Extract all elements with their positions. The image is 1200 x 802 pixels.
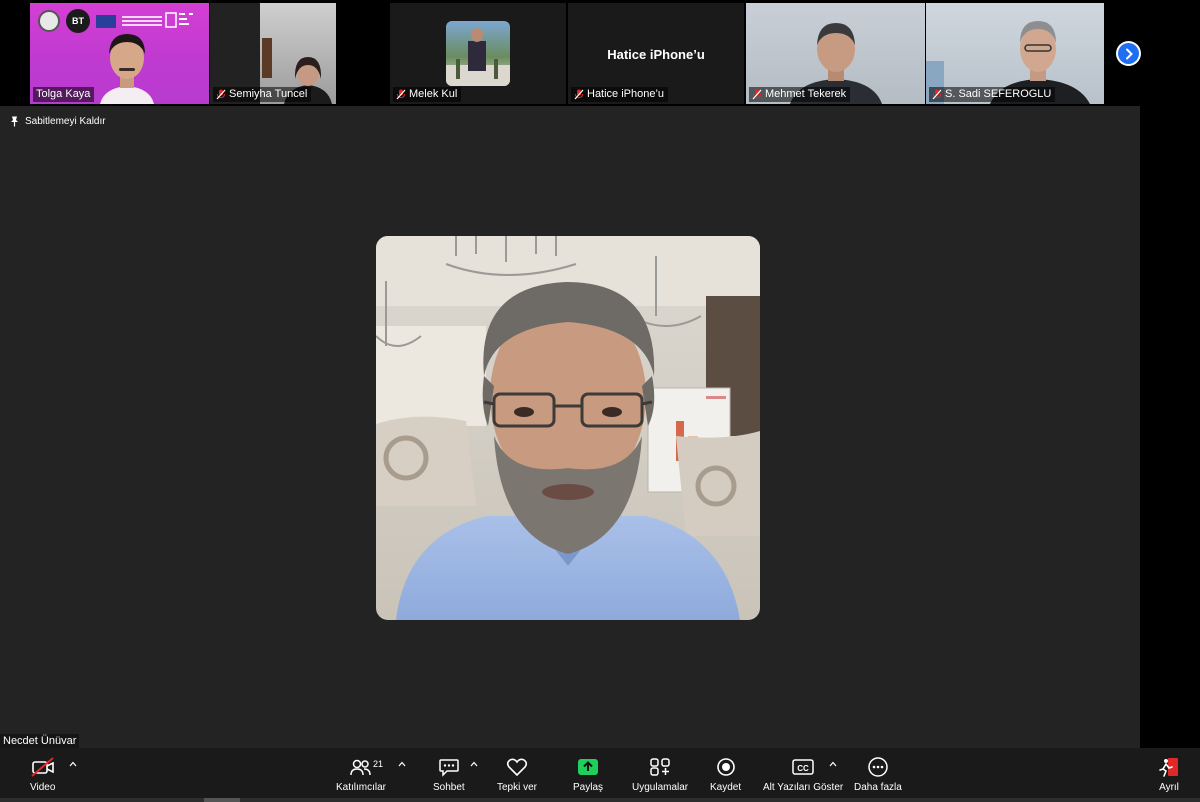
react-label: Tepki ver (497, 782, 538, 793)
participant-tile-tolga[interactable]: BT Tolga Kaya (30, 3, 209, 104)
mic-muted-icon (396, 89, 406, 100)
participant-tile-semiyha[interactable]: Semiyha Tuncel (210, 3, 336, 104)
closed-captions-icon: CC (792, 759, 814, 775)
record-label: Kaydet (710, 782, 742, 793)
participant-tile-hatice[interactable]: Hatice iPhone’u Hatice iPhone’u (568, 3, 744, 104)
university-seal-icon (38, 10, 60, 32)
avatar-photo (446, 28, 510, 86)
share-screen-icon (578, 759, 598, 775)
mic-muted-icon (216, 89, 226, 100)
record-button[interactable]: Kaydet (710, 756, 741, 793)
leave-label: Ayrıl (1159, 782, 1179, 793)
chat-options-caret-icon[interactable] (470, 760, 478, 768)
participant-tile-mehmet[interactable]: Mehmet Tekerek (746, 3, 925, 104)
participant-strip: BT Tolga Kaya Semiyha Tuncel Melek Kul H… (0, 0, 1200, 106)
unpin-label: Sabitlemeyi Kaldır (25, 116, 106, 127)
participant-tile-sadi[interactable]: S. Sadi SEFEROGLU (926, 3, 1104, 104)
stage-right-margin (1140, 106, 1200, 748)
participant-name-label: Tolga Kaya (33, 87, 95, 102)
share-screen-button[interactable]: Paylaş (573, 756, 603, 793)
apps-icon (650, 758, 670, 776)
chat-label: Sohbet (433, 782, 465, 793)
participant-display-name: Hatice iPhone’u (607, 47, 705, 62)
participant-name-label: Hatice iPhone’u (571, 87, 669, 102)
chat-icon (439, 759, 459, 777)
participant-name-label: Mehmet Tekerek (749, 87, 851, 102)
react-button[interactable]: Tepki ver (497, 756, 537, 793)
video-label: Video (30, 782, 56, 793)
participant-name-label: Semiyha Tuncel (213, 87, 312, 102)
wall-frame (262, 38, 272, 78)
captions-label: Alt Yazıları Göster (763, 782, 844, 793)
participant-avatar-melek (446, 21, 510, 86)
participant-name-label: S. Sadi SEFEROGLU (929, 87, 1056, 102)
participant-tile-melek[interactable]: Melek Kul (390, 3, 566, 104)
main-speaker-name: Necdet Ünüvar (0, 734, 80, 748)
unpin-button[interactable]: Sabitlemeyi Kaldır (10, 116, 106, 127)
heart-icon (506, 758, 528, 777)
participants-icon (350, 759, 371, 776)
speaker-video-frame (376, 236, 760, 620)
mic-muted-icon (932, 89, 942, 100)
chevron-right-icon (1125, 48, 1133, 59)
leave-button[interactable]: Ayrıl (1157, 756, 1181, 793)
window-bottom-edge (0, 798, 1200, 802)
video-off-icon (31, 757, 54, 777)
more-label: Daha fazla (854, 782, 902, 793)
main-speaker-video (376, 236, 760, 620)
participants-label: Katılımcılar (336, 782, 387, 793)
eu-flag-icon (96, 14, 116, 28)
apps-label: Uygulamalar (632, 782, 689, 793)
more-dots-icon (868, 757, 888, 777)
record-icon (716, 758, 735, 776)
eu-funded-logo (122, 14, 162, 28)
meeting-toolbar: Video Katılımcılar 21 Sohbet Tepki ver P… (0, 748, 1200, 802)
share-label: Paylaş (573, 782, 604, 793)
chat-button[interactable]: Sohbet (433, 756, 465, 793)
bt-logo: BT (66, 9, 90, 33)
mic-muted-icon (574, 89, 584, 100)
event-logo-icon (165, 12, 193, 28)
participants-options-caret-icon[interactable] (398, 760, 406, 768)
video-options-caret-icon[interactable] (69, 760, 77, 768)
leave-exit-icon (1159, 758, 1178, 777)
pin-icon (11, 116, 18, 127)
participant-count: 21 (373, 759, 384, 769)
apps-button[interactable]: Uygulamalar (632, 756, 688, 793)
next-page-button[interactable] (1116, 41, 1141, 66)
video-button[interactable]: Video (30, 756, 55, 793)
participant-name-label: Melek Kul (393, 87, 462, 102)
mic-muted-icon (752, 89, 762, 100)
captions-options-caret-icon[interactable] (829, 760, 837, 768)
participant-video-tolga (100, 34, 154, 104)
svg-text:CC: CC (797, 764, 809, 773)
more-button[interactable]: Daha fazla (854, 756, 902, 793)
